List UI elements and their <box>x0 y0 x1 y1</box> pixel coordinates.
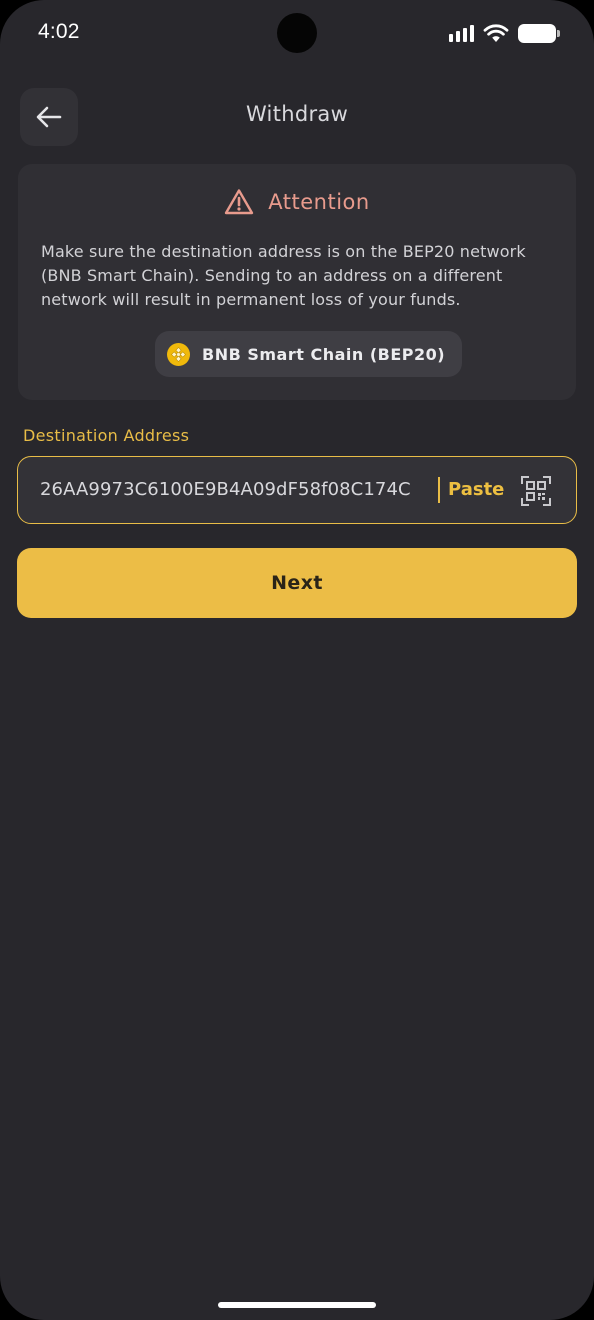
attention-title: Attention <box>268 189 370 214</box>
phone-screen: 4:02 Withdraw Attention Make sure the de… <box>0 0 594 1320</box>
network-badge: BNB Smart Chain (BEP20) <box>155 331 463 377</box>
qr-scan-icon <box>521 476 551 506</box>
destination-address-label: Destination Address <box>23 426 190 445</box>
warning-triangle-icon <box>225 189 254 215</box>
battery-icon <box>518 23 560 43</box>
qr-scan-button[interactable] <box>520 475 552 507</box>
status-bar: 4:02 <box>0 0 594 66</box>
text-caret <box>438 477 440 503</box>
status-time: 4:02 <box>38 20 80 43</box>
network-label: BNB Smart Chain (BEP20) <box>202 344 446 364</box>
bnb-coin-icon <box>167 342 190 366</box>
camera-notch <box>277 13 317 53</box>
destination-address-input[interactable]: 26AA9973C6100E9B4A09dF58f08C174C Paste <box>17 456 577 524</box>
home-indicator[interactable] <box>218 1302 376 1308</box>
attention-message: Make sure the destination address is on … <box>41 242 526 309</box>
wifi-icon <box>483 23 509 42</box>
next-button[interactable]: Next <box>17 548 577 618</box>
status-icons <box>449 22 560 44</box>
destination-address-value[interactable]: 26AA9973C6100E9B4A09dF58f08C174C <box>40 478 442 502</box>
attention-card: Attention Make sure the destination addr… <box>18 164 576 400</box>
attention-header: Attention <box>18 188 576 215</box>
page-title: Withdraw <box>245 102 349 126</box>
cellular-signal-icon <box>449 24 474 42</box>
paste-button[interactable]: Paste <box>448 478 504 502</box>
